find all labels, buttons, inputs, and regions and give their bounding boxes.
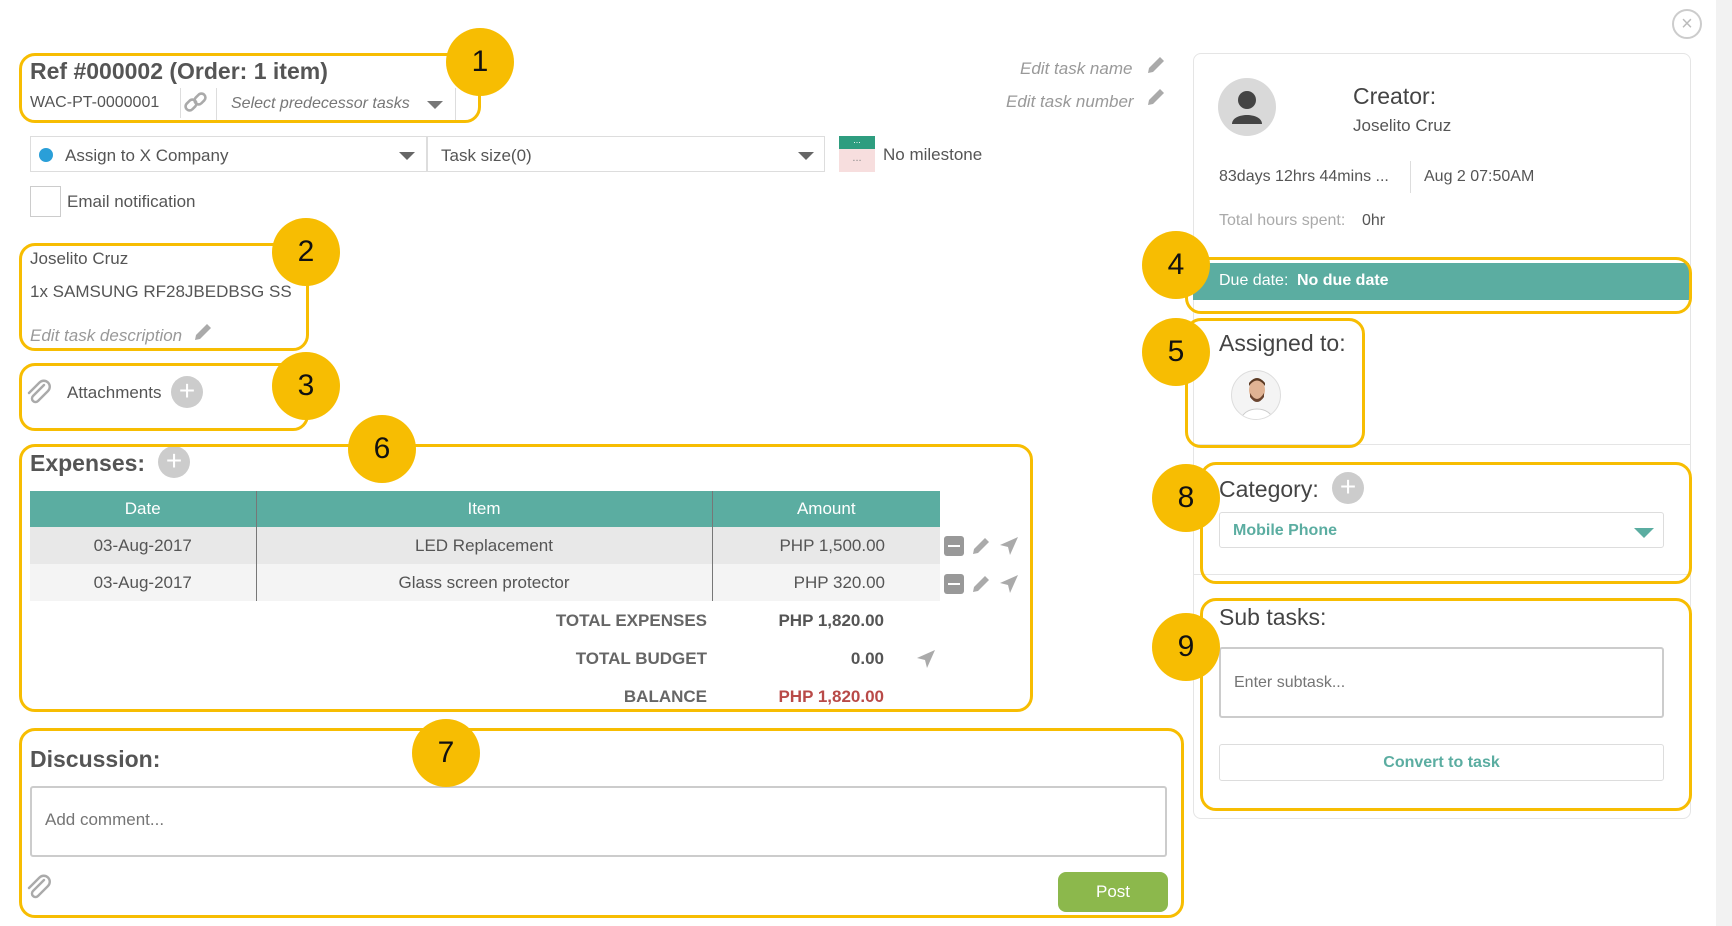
expenses-title: Expenses:: [30, 450, 146, 476]
total-expenses-label: TOTAL EXPENSES: [555, 611, 707, 630]
edit-task-description[interactable]: Edit task description: [30, 326, 182, 346]
category-select[interactable]: Mobile Phone: [1219, 512, 1664, 548]
page-title: Ref #000002 (Order: 1 item): [30, 58, 328, 84]
expense-amount: PHP 1,500.00: [711, 527, 940, 564]
category-value: Mobile Phone: [1233, 522, 1337, 539]
send-icon[interactable]: [998, 535, 1020, 562]
convert-to-task-button[interactable]: Convert to task: [1219, 744, 1664, 781]
balance-value: PHP 1,820.00: [778, 687, 884, 706]
chevron-down-icon: [399, 152, 415, 160]
pencil-icon[interactable]: [970, 573, 992, 600]
order-item: 1x SAMSUNG RF28JBEDBSG SS: [30, 282, 292, 301]
predecessor-placeholder: Select predecessor tasks: [231, 95, 410, 112]
creator-name: Joselito Cruz: [1353, 116, 1452, 135]
divider: [1410, 161, 1411, 193]
add-attachment-button[interactable]: +: [171, 376, 203, 408]
table-header-row: Date Item Amount: [30, 491, 940, 527]
callout-badge-9: 9: [1152, 613, 1220, 681]
hours-value: 0hr: [1362, 212, 1386, 229]
assign-select[interactable]: Assign to X Company: [30, 136, 427, 172]
add-expense-button[interactable]: +: [158, 446, 190, 478]
pencil-icon[interactable]: [1145, 86, 1167, 113]
callout-badge-3: 3: [272, 352, 340, 420]
subtasks-label: Sub tasks:: [1219, 604, 1327, 630]
created-at: Aug 2 07:50AM: [1424, 168, 1535, 185]
discussion-title: Discussion:: [30, 746, 161, 772]
table-row: 03-Aug-2017 Glass screen protector PHP 3…: [30, 564, 940, 601]
task-number: WAC-PT-0000001: [30, 94, 160, 111]
hours-label: Total hours spent:: [1219, 212, 1346, 229]
due-date-label: Due date:: [1219, 272, 1289, 289]
edit-task-name[interactable]: Edit task name: [1020, 59, 1132, 79]
task-size-select[interactable]: Task size(0): [427, 136, 825, 172]
expense-item: LED Replacement: [255, 527, 712, 564]
send-icon[interactable]: [998, 573, 1020, 600]
total-budget-value: 0.00: [850, 649, 884, 668]
callout-badge-4: 4: [1142, 231, 1210, 299]
expense-item: Glass screen protector: [255, 564, 712, 601]
expense-date: 03-Aug-2017: [93, 572, 192, 592]
callout-badge-1: 1: [446, 28, 514, 96]
task-size-label: Task size(0): [441, 146, 532, 165]
total-budget-label: TOTAL BUDGET: [575, 649, 707, 668]
link-icon[interactable]: [180, 88, 210, 118]
avatar: [1218, 78, 1276, 136]
status-dot: [39, 148, 53, 162]
callout-badge-8: 8: [1152, 464, 1220, 532]
edit-task-number[interactable]: Edit task number: [1006, 92, 1134, 112]
chevron-down-icon: [1634, 528, 1654, 538]
elapsed-time: 83days 12hrs 44mins ...: [1219, 168, 1389, 185]
close-icon[interactable]: ×: [1672, 9, 1702, 39]
callout-badge-6: 6: [348, 415, 416, 483]
due-date-value: No due date: [1297, 272, 1389, 289]
column-header: Date: [30, 491, 256, 527]
comment-input[interactable]: [30, 786, 1167, 857]
milestone-icon[interactable]: ... ...: [839, 136, 875, 172]
milestone-icon-bottom: ...: [839, 149, 875, 172]
email-notification-label: Email notification: [67, 192, 196, 211]
chevron-down-icon: [427, 101, 443, 109]
total-expenses-value: PHP 1,820.00: [778, 611, 884, 630]
post-button[interactable]: Post: [1058, 872, 1168, 912]
divider: [1193, 444, 1691, 445]
chevron-down-icon: [798, 152, 814, 160]
pencil-icon[interactable]: [192, 321, 214, 348]
pencil-icon[interactable]: [1145, 54, 1167, 81]
assigned-label: Assigned to:: [1219, 330, 1346, 356]
table-row: 03-Aug-2017 LED Replacement PHP 1,500.00: [30, 527, 940, 564]
customer-name: Joselito Cruz: [30, 249, 129, 268]
remove-expense-button[interactable]: [944, 574, 964, 594]
subtask-input[interactable]: [1219, 647, 1664, 718]
user-icon: [1232, 91, 1262, 124]
add-category-button[interactable]: +: [1332, 472, 1364, 504]
predecessor-select[interactable]: Select predecessor tasks: [216, 88, 456, 120]
paperclip-icon[interactable]: [24, 872, 54, 907]
expense-date: 03-Aug-2017: [93, 535, 192, 555]
balance-label: BALANCE: [623, 687, 707, 706]
user-icon: [1241, 378, 1273, 419]
creator-label: Creator:: [1353, 83, 1437, 109]
attachments-label: Attachments: [67, 383, 162, 402]
column-header: Item: [255, 491, 712, 527]
paperclip-icon[interactable]: [24, 377, 54, 412]
expenses-table: Date Item Amount 03-Aug-2017 LED Replace…: [30, 491, 940, 601]
callout-box-3: [19, 363, 309, 431]
pencil-icon[interactable]: [970, 535, 992, 562]
due-date-bar[interactable]: Due date: No due date: [1193, 263, 1689, 300]
callout-badge-5: 5: [1142, 318, 1210, 386]
email-notification-checkbox[interactable]: [30, 186, 61, 217]
send-icon[interactable]: [915, 648, 937, 675]
milestone-icon-top: ...: [839, 136, 875, 149]
assignee-avatar[interactable]: [1231, 370, 1281, 420]
callout-badge-7: 7: [412, 719, 480, 787]
assign-label: Assign to X Company: [65, 146, 229, 165]
modal-right-edge: [1716, 0, 1732, 926]
expense-amount: PHP 320.00: [711, 564, 940, 601]
remove-expense-button[interactable]: [944, 536, 964, 556]
milestone-label[interactable]: No milestone: [883, 145, 982, 165]
divider: [1193, 574, 1691, 575]
category-label: Category:: [1219, 476, 1319, 502]
callout-badge-2: 2: [272, 218, 340, 286]
column-header: Amount: [711, 491, 940, 527]
